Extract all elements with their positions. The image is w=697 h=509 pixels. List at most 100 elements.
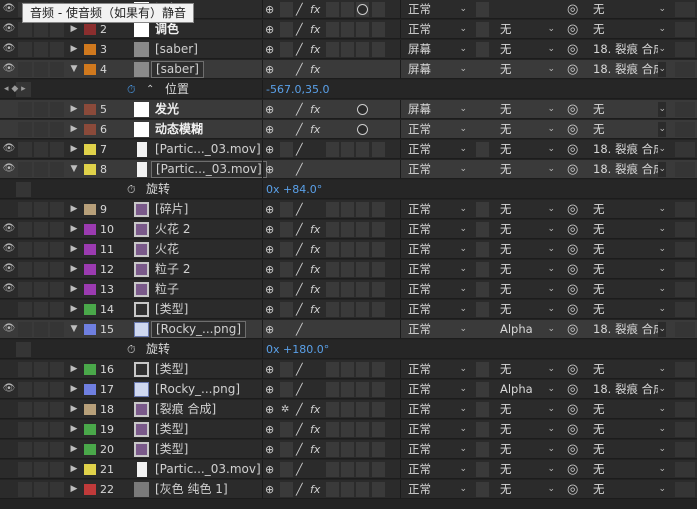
layer-name[interactable]: [类型] xyxy=(155,360,188,379)
parent-pickwhip-icon[interactable]: ◎ xyxy=(567,480,578,499)
expand-triangle-icon[interactable]: ▶ xyxy=(68,300,80,319)
adjustment-box[interactable] xyxy=(356,422,369,437)
adjustment-box[interactable] xyxy=(356,242,369,257)
frame-blend-box[interactable] xyxy=(326,22,339,37)
stopwatch-icon[interactable]: ⏱ xyxy=(127,180,136,199)
quality-box[interactable] xyxy=(280,102,293,117)
audio-switch[interactable] xyxy=(18,22,32,37)
quality-box[interactable] xyxy=(280,142,293,157)
3d-layer-box[interactable] xyxy=(372,262,385,277)
label-color-swatch[interactable] xyxy=(84,164,96,175)
3d-layer-box[interactable] xyxy=(372,242,385,257)
eye-off-icon[interactable] xyxy=(2,202,16,216)
fx-icon[interactable]: fx xyxy=(310,480,320,499)
solo-switch[interactable] xyxy=(34,202,48,217)
collapse-triangle-icon[interactable]: ▼ xyxy=(68,160,80,179)
eye-icon[interactable]: 👁 xyxy=(2,142,16,156)
solo-switch[interactable] xyxy=(34,402,48,417)
audio-switch[interactable] xyxy=(18,222,32,237)
track-matte-dropdown[interactable]: Alpha ⌄ xyxy=(496,322,558,337)
motion-blur-box[interactable] xyxy=(341,262,354,277)
parent-dropdown[interactable]: 18. 裂痕 合成 ⌄ xyxy=(589,162,669,177)
frame-blend-box[interactable] xyxy=(326,142,339,157)
parent-dropdown[interactable]: 无 ⌄ xyxy=(589,422,669,437)
track-matte-dropdown[interactable]: 无 ⌄ xyxy=(496,162,558,177)
shy-icon[interactable]: ⊕ xyxy=(265,460,274,479)
shy-icon[interactable]: ⊕ xyxy=(265,220,274,239)
stretch-box[interactable] xyxy=(675,42,695,57)
property-row[interactable]: ⏱ ⌃ 位置 ◂ ◆ ▸ -567.0,35.0 xyxy=(0,80,697,99)
preserve-transparency-box[interactable] xyxy=(476,302,489,317)
fx-icon[interactable]: fx xyxy=(310,260,320,279)
stretch-box[interactable] xyxy=(675,122,695,137)
audio-switch[interactable] xyxy=(18,362,32,377)
expand-triangle-icon[interactable]: ▶ xyxy=(68,120,80,139)
shy-icon[interactable]: ⊕ xyxy=(265,420,274,439)
motion-blur-box[interactable] xyxy=(341,222,354,237)
3d-layer-box[interactable] xyxy=(372,362,385,377)
quality-slash-icon[interactable]: ╱ xyxy=(296,260,303,279)
expand-triangle-icon[interactable]: ▶ xyxy=(68,40,80,59)
track-matte-dropdown[interactable]: 无 ⌄ xyxy=(496,302,558,317)
audio-switch[interactable] xyxy=(18,102,32,117)
stretch-box[interactable] xyxy=(675,482,695,497)
expand-triangle-icon[interactable]: ▶ xyxy=(68,480,80,499)
3d-layer-box[interactable] xyxy=(372,42,385,57)
quality-box[interactable] xyxy=(280,122,293,137)
solo-switch[interactable] xyxy=(34,22,48,37)
track-matte-dropdown[interactable]: 无 ⌄ xyxy=(496,442,558,457)
label-color-swatch[interactable] xyxy=(84,144,96,155)
layer-row[interactable]: 👁 ▼ 8 [Partic..._03.mov] ⊕ ╱ 正常 ⌄ 无 ⌄ ◎ 18. 裂痕 合成 ⌄ xyxy=(0,160,697,179)
layer-name[interactable]: [Rocky_...png] xyxy=(155,380,240,399)
layer-name[interactable]: [Partic..._03.mov] xyxy=(155,140,261,159)
solo-switch[interactable] xyxy=(34,482,48,497)
mode-dropdown[interactable]: 屏幕 ⌄ xyxy=(404,62,470,77)
mode-dropdown[interactable]: 正常 ⌄ xyxy=(404,2,470,17)
parent-pickwhip-icon[interactable]: ◎ xyxy=(567,280,578,299)
quality-slash-icon[interactable]: ╱ xyxy=(296,240,303,259)
layer-row[interactable]: 👁 ▶ 3 [saber] ⊕ ╱ fx 屏幕 ⌄ 无 ⌄ ◎ 18. 裂痕 合成 ⌄ xyxy=(0,40,697,59)
lock-switch[interactable] xyxy=(50,202,64,217)
track-matte-dropdown[interactable]: 无 ⌄ xyxy=(496,42,558,57)
expand-triangle-icon[interactable]: ▶ xyxy=(68,280,80,299)
mode-dropdown[interactable]: 正常 ⌄ xyxy=(404,242,470,257)
lock-switch[interactable] xyxy=(50,402,64,417)
layer-name[interactable]: 火花 xyxy=(155,240,179,259)
eye-off-icon[interactable] xyxy=(2,422,16,436)
track-matte-dropdown[interactable]: 无 ⌄ xyxy=(496,122,558,137)
av-switch-slot[interactable] xyxy=(16,182,31,197)
adjustment-box[interactable] xyxy=(356,382,369,397)
mode-dropdown[interactable]: 屏幕 ⌄ xyxy=(404,42,470,57)
shy-icon[interactable]: ⊕ xyxy=(265,60,274,79)
fx-icon[interactable]: fx xyxy=(310,220,320,239)
adjustment-box[interactable] xyxy=(356,442,369,457)
audio-switch[interactable] xyxy=(18,382,32,397)
frame-blend-box[interactable] xyxy=(326,162,339,177)
mode-dropdown[interactable]: 正常 ⌄ xyxy=(404,322,470,337)
solo-switch[interactable] xyxy=(34,462,48,477)
frame-blend-box[interactable] xyxy=(326,122,339,137)
layer-name[interactable]: [Partic..._03.mov] xyxy=(151,161,267,178)
solo-switch[interactable] xyxy=(34,262,48,277)
motion-blur-box[interactable] xyxy=(341,242,354,257)
frame-blend-box[interactable] xyxy=(326,102,339,117)
track-matte-dropdown[interactable]: 无 ⌄ xyxy=(496,422,558,437)
motion-blur-box[interactable] xyxy=(341,462,354,477)
preserve-transparency-box[interactable] xyxy=(476,22,489,37)
eye-icon[interactable]: 👁 xyxy=(2,282,16,296)
layer-name[interactable]: [类型] xyxy=(155,440,188,459)
stretch-box[interactable] xyxy=(675,242,695,257)
motion-blur-box[interactable] xyxy=(341,122,354,137)
layer-row[interactable]: 👁 ▶ 11 火花 ⊕ ╱ fx 正常 ⌄ 无 ⌄ ◎ 无 ⌄ xyxy=(0,240,697,259)
shy-icon[interactable]: ⊕ xyxy=(265,140,274,159)
audio-switch[interactable] xyxy=(18,302,32,317)
mode-dropdown[interactable]: 正常 ⌄ xyxy=(404,142,470,157)
parent-pickwhip-icon[interactable]: ◎ xyxy=(567,160,578,179)
mode-dropdown[interactable]: 正常 ⌄ xyxy=(404,302,470,317)
parent-pickwhip-icon[interactable]: ◎ xyxy=(567,60,578,79)
av-switch-slot[interactable] xyxy=(16,342,31,357)
quality-slash-icon[interactable]: ╱ xyxy=(296,400,303,419)
parent-dropdown[interactable]: 无 ⌄ xyxy=(589,262,669,277)
expand-triangle-icon[interactable]: ▶ xyxy=(68,100,80,119)
preserve-transparency-box[interactable] xyxy=(476,202,489,217)
